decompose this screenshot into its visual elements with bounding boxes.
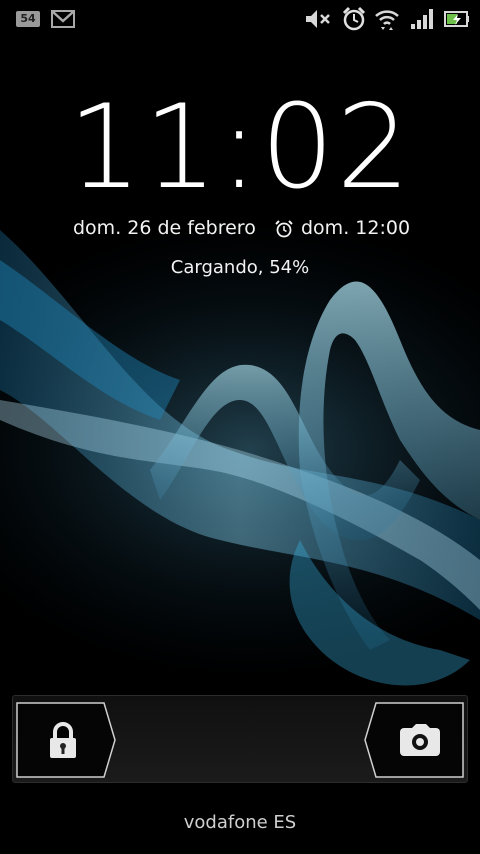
notification-count: 54 — [20, 12, 36, 25]
battery-charging-icon — [444, 6, 470, 32]
lock-screen: 54 11:02 dom. 26 de febrero dom. 12:00 C… — [0, 0, 480, 854]
charging-status: Cargando, 54% — [170, 257, 310, 278]
gmail-icon — [50, 6, 76, 32]
date-label: dom. 26 de febrero — [73, 217, 256, 239]
carrier-label: vodafone ES — [183, 812, 297, 833]
camera-handle[interactable] — [364, 702, 464, 778]
status-bar[interactable]: 54 — [0, 0, 480, 38]
lock-icon — [47, 722, 79, 764]
notification-badge-icon: 54 — [16, 11, 40, 27]
mute-icon — [304, 6, 332, 32]
date-alarm-row: dom. 26 de febrero dom. 12:00 — [0, 217, 480, 243]
alarm-icon — [274, 219, 294, 244]
wifi-icon — [374, 6, 400, 32]
unlock-handle[interactable] — [16, 702, 116, 778]
alarm-clock-icon — [341, 6, 367, 32]
clock-time: 11:02 — [67, 80, 413, 215]
alarm-label: dom. 12:00 — [301, 217, 411, 239]
unlock-slider[interactable] — [12, 695, 468, 783]
camera-icon — [399, 724, 441, 762]
signal-icon — [410, 6, 434, 32]
